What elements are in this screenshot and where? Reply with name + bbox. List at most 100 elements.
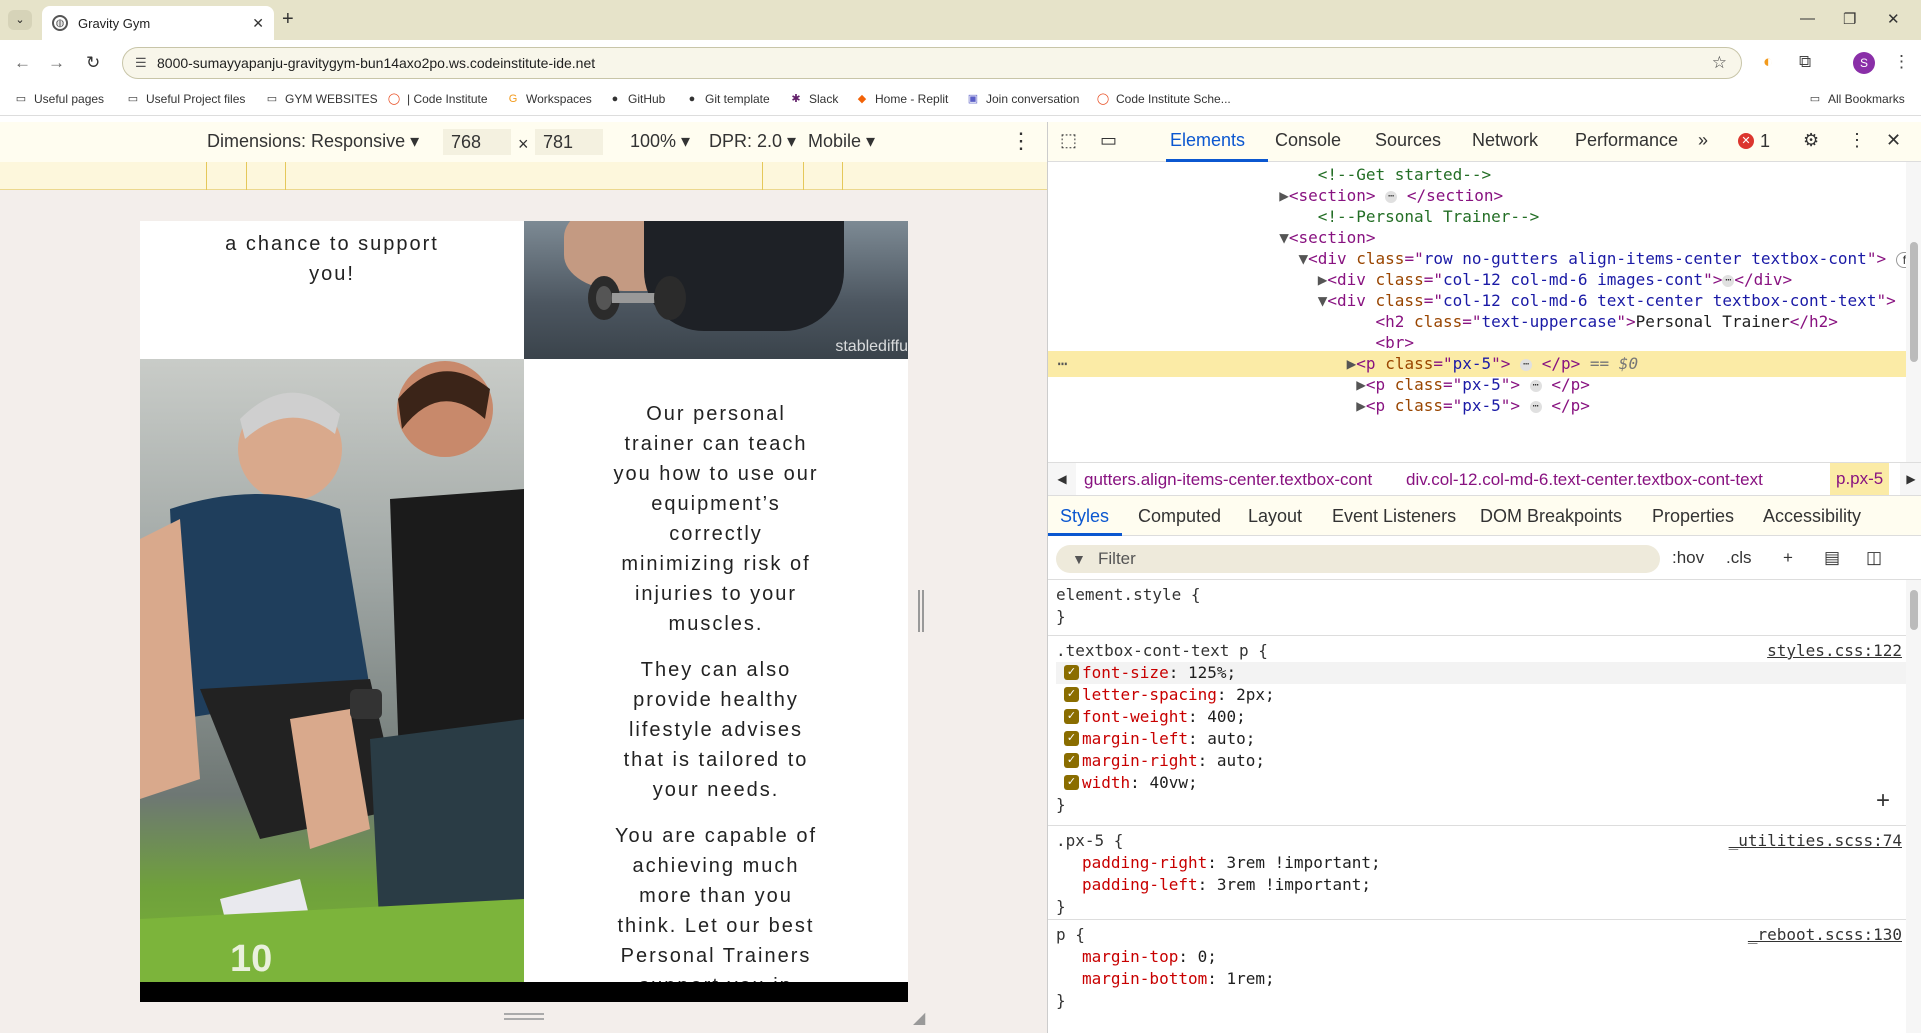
breadcrumb-right-icon[interactable]: ▶: [1900, 463, 1921, 495]
zoom-dropdown[interactable]: 100% ▾: [630, 131, 690, 152]
tab-sources[interactable]: Sources: [1375, 130, 1441, 151]
subtab-accessibility[interactable]: Accessibility: [1763, 506, 1861, 527]
svg-text:10: 10: [230, 938, 272, 980]
subtab-computed[interactable]: Computed: [1138, 506, 1221, 527]
browser-menu-icon[interactable]: ⋮: [1893, 52, 1910, 72]
resize-handle-bottom[interactable]: [504, 1013, 544, 1020]
media-query-bar[interactable]: [0, 162, 1047, 190]
subtab-properties[interactable]: Properties: [1652, 506, 1734, 527]
bookmark-star-icon[interactable]: ☆: [1712, 53, 1727, 73]
bookmark-folder[interactable]: ▭ Useful pages: [14, 92, 104, 106]
device-type-dropdown[interactable]: Mobile ▾: [808, 131, 875, 152]
tab-console[interactable]: Console: [1275, 130, 1341, 151]
bookmark-link[interactable]: ◆ Home - Replit: [855, 92, 949, 106]
tab-network[interactable]: Network: [1472, 130, 1538, 151]
back-icon[interactable]: ←: [14, 53, 31, 73]
checkbox-icon[interactable]: ✓: [1064, 731, 1079, 746]
elements-scrollbar[interactable]: [1906, 162, 1921, 462]
css-property[interactable]: ✓ letter-spacing: 2px;: [1056, 684, 1906, 706]
rule-source-link[interactable]: _reboot.scss:130: [1748, 924, 1902, 946]
dimensions-dropdown[interactable]: Dimensions: Responsive ▾: [207, 131, 419, 152]
profile-avatar[interactable]: S: [1853, 52, 1875, 74]
paint-icon[interactable]: ▤: [1824, 548, 1840, 568]
cls-toggle[interactable]: .cls: [1726, 548, 1752, 568]
more-tabs-icon[interactable]: »: [1698, 130, 1708, 151]
subtab-layout[interactable]: Layout: [1248, 506, 1302, 527]
settings-gear-icon[interactable]: ⚙: [1803, 130, 1819, 151]
minimize-icon[interactable]: —: [1800, 10, 1815, 27]
bookmark-link[interactable]: ◯ Code Institute Sche...: [1096, 92, 1231, 106]
subtab-dom-breakpoints[interactable]: DOM Breakpoints: [1480, 506, 1622, 527]
dom-node[interactable]: ▶<p class="px-5"> ⋯ </p>: [1048, 393, 1906, 419]
close-tab-icon[interactable]: ✕: [252, 15, 264, 32]
css-property[interactable]: margin-bottom: 1rem;: [1056, 968, 1906, 990]
reload-icon[interactable]: ↻: [86, 53, 100, 73]
tab-elements[interactable]: Elements: [1170, 130, 1245, 151]
css-property[interactable]: padding-left: 3rem !important;: [1056, 874, 1906, 896]
resize-handle-right[interactable]: [918, 590, 924, 632]
bookmark-folder[interactable]: ▭ Useful Project files: [126, 92, 246, 106]
all-bookmarks[interactable]: ▭ All Bookmarks: [1808, 92, 1905, 106]
css-property[interactable]: ✓ margin-right: auto;: [1056, 750, 1906, 772]
tab-search-button[interactable]: ⌄: [8, 10, 32, 30]
css-property[interactable]: ✓ width: 40vw;: [1056, 772, 1906, 794]
restore-icon[interactable]: ❐: [1843, 10, 1856, 28]
bookmark-link[interactable]: ✱ Slack: [789, 92, 838, 106]
extensions-puzzle-icon[interactable]: ⧉: [1799, 52, 1811, 72]
breadcrumb-left-icon[interactable]: ◀: [1048, 463, 1076, 495]
dpr-dropdown[interactable]: DPR: 2.0 ▾: [709, 131, 796, 152]
forward-icon[interactable]: →: [48, 53, 65, 73]
bookmark-link[interactable]: ◯ | Code Institute: [387, 92, 488, 106]
site-info-icon[interactable]: ☰: [135, 55, 147, 71]
checkbox-icon[interactable]: ✓: [1064, 687, 1079, 702]
tab-performance[interactable]: Performance: [1575, 130, 1678, 151]
checkbox-icon[interactable]: ✓: [1064, 709, 1079, 724]
breadcrumb-item[interactable]: div.col-12.col-md-6.text-center.textbox-…: [1406, 470, 1763, 490]
css-property[interactable]: ✓ margin-left: auto;: [1056, 728, 1906, 750]
sidebar-toggle-icon[interactable]: ◫: [1866, 548, 1882, 568]
add-property-icon[interactable]: +: [1876, 789, 1890, 813]
extension-icon[interactable]: ◐: [1763, 52, 1773, 72]
subtab-styles[interactable]: Styles: [1060, 506, 1109, 527]
rule-p: p { _reboot.scss:130 margin-top: 0; marg…: [1048, 920, 1906, 1014]
css-property[interactable]: margin-top: 0;: [1056, 946, 1906, 968]
breadcrumb-item[interactable]: gutters.align-items-center.textbox-cont: [1084, 470, 1372, 490]
devtools-menu-icon[interactable]: ⋮: [1848, 130, 1866, 151]
checkbox-icon[interactable]: ✓: [1064, 753, 1079, 768]
bookmark-link[interactable]: ● Git template: [685, 92, 770, 106]
css-property[interactable]: ✓ font-weight: 400;: [1056, 706, 1906, 728]
elements-tree: <!--Get started--> ▶<section> ⋯ </sectio…: [1048, 162, 1906, 462]
rule-source-link[interactable]: styles.css:122: [1767, 640, 1902, 662]
subtab-event-listeners[interactable]: Event Listeners: [1332, 506, 1456, 527]
checkbox-icon[interactable]: ✓: [1064, 775, 1079, 790]
gitpod-icon: G: [508, 93, 518, 105]
height-input[interactable]: [535, 129, 603, 155]
width-input[interactable]: [443, 129, 511, 155]
device-toolbar-menu-icon[interactable]: ⋮: [1010, 128, 1032, 154]
css-property[interactable]: padding-right: 3rem !important;: [1056, 852, 1906, 874]
bookmark-link[interactable]: G Workspaces: [506, 92, 592, 106]
inspect-element-icon[interactable]: ⬚: [1060, 130, 1077, 151]
resize-handle-corner-icon[interactable]: ◢: [913, 1008, 925, 1028]
styles-scrollbar[interactable]: [1906, 580, 1921, 1033]
browser-tab[interactable]: ◍ Gravity Gym ✕: [42, 6, 274, 40]
close-devtools-icon[interactable]: ✕: [1886, 130, 1901, 151]
error-icon[interactable]: ✕: [1738, 133, 1754, 149]
new-rule-icon[interactable]: +: [1783, 548, 1793, 568]
window-close-icon[interactable]: ✕: [1887, 10, 1900, 28]
bookmark-link[interactable]: ● GitHub: [608, 92, 666, 106]
new-tab-button[interactable]: +: [282, 8, 294, 31]
styles-filter-input[interactable]: ▼ Filter: [1056, 545, 1660, 573]
bookmark-folder[interactable]: ▭ GYM WEBSITES: [265, 92, 378, 106]
rule-px-5: .px-5 { _utilities.scss:74 padding-right…: [1048, 826, 1906, 920]
checkbox-icon[interactable]: ✓: [1064, 665, 1079, 680]
address-bar[interactable]: ☰ 8000-sumayyapanju-gravitygym-bun14axo2…: [122, 47, 1742, 79]
error-count[interactable]: 1: [1760, 131, 1770, 152]
flex-badge[interactable]: flex: [1895, 251, 1906, 268]
breadcrumb-item-active[interactable]: p.px-5: [1830, 463, 1890, 495]
rule-source-link[interactable]: _utilities.scss:74: [1729, 830, 1902, 852]
bookmark-link[interactable]: ▣ Join conversation: [966, 92, 1080, 106]
hov-toggle[interactable]: :hov: [1672, 548, 1704, 568]
css-property[interactable]: ✓ font-size: 125%;: [1056, 662, 1906, 684]
device-toggle-icon[interactable]: ▭: [1100, 130, 1117, 151]
